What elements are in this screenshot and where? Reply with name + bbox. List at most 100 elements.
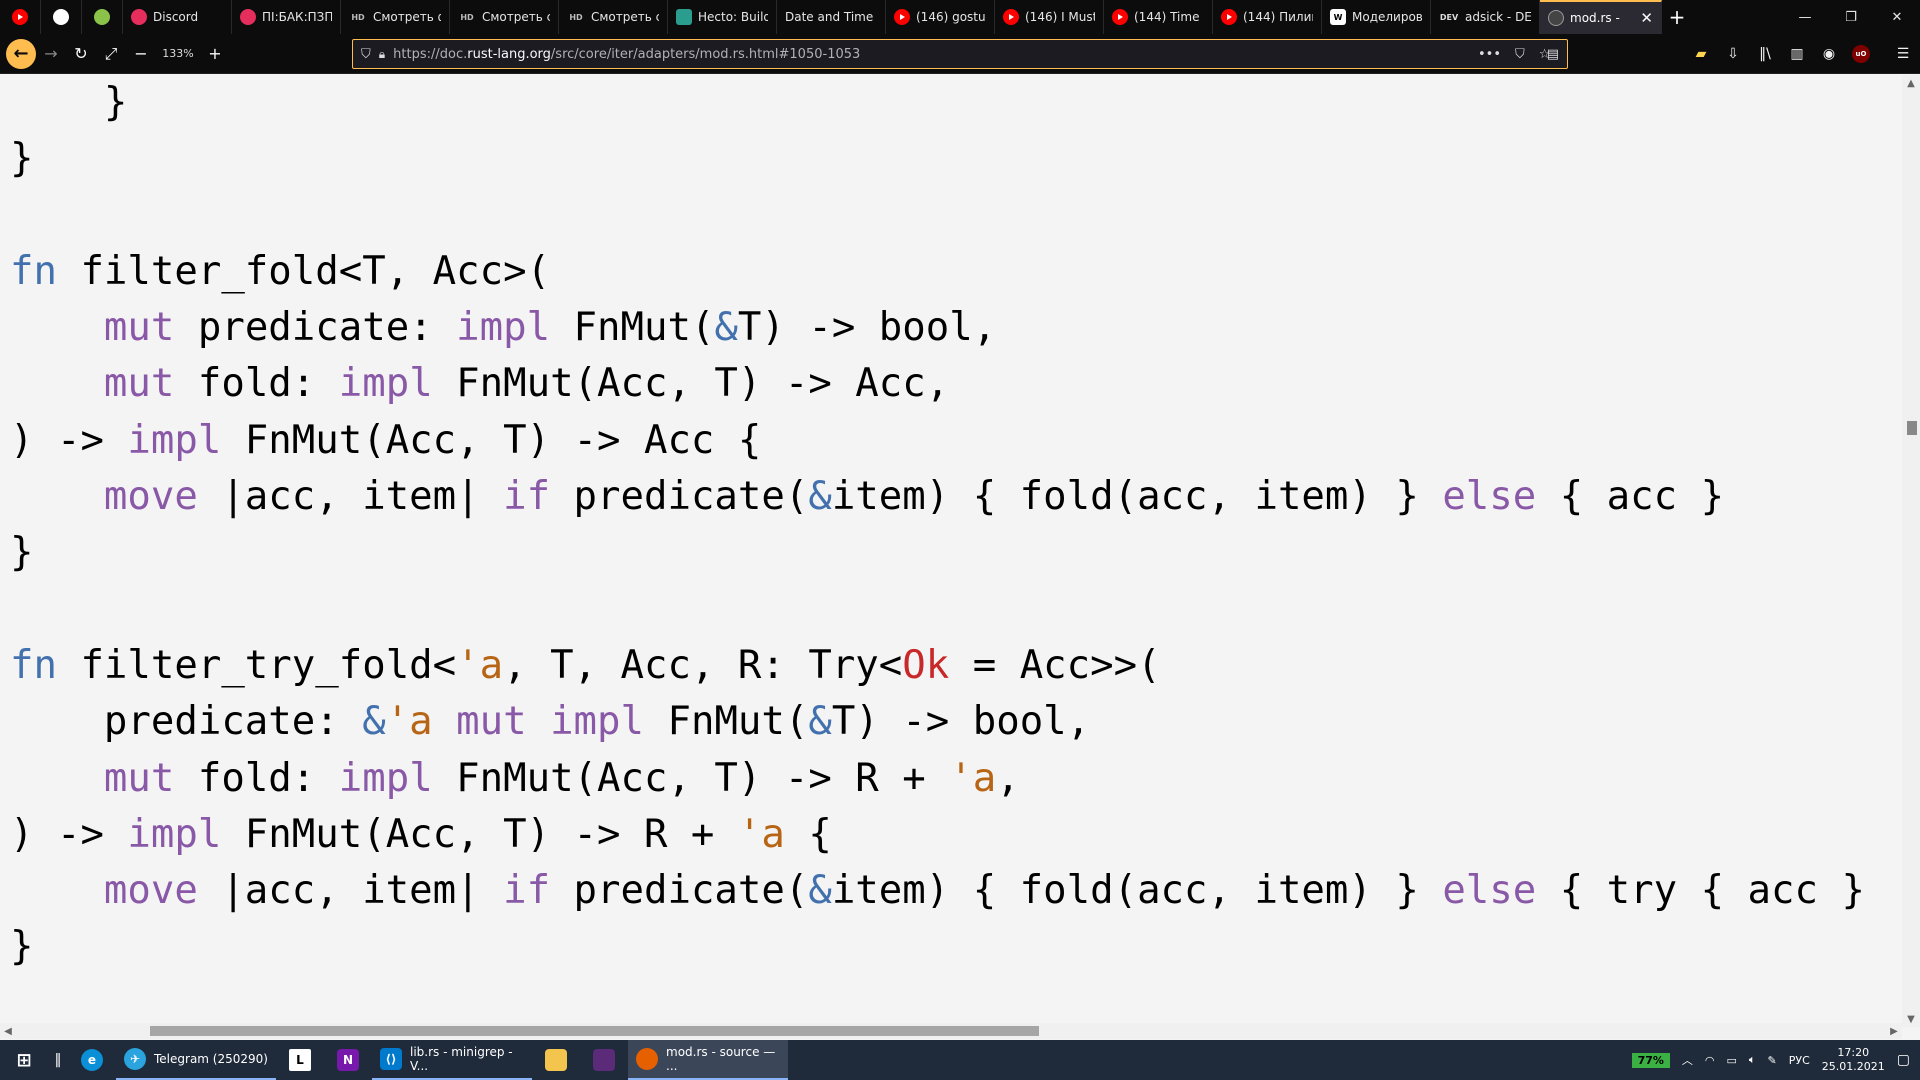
new-tab-button[interactable]: + <box>1662 0 1692 34</box>
tab-3[interactable]: HD Смотреть сериал <box>450 0 559 34</box>
tab-10[interactable]: (144) Пилим <box>1213 0 1322 34</box>
nav-bar: ← → ↻ ⤢ − 133% + ⛉ 🔒︎ https://doc.rust-l… <box>0 34 1920 74</box>
tab-2[interactable]: HD Смотреть фильм <box>341 0 450 34</box>
taskbar-app-4[interactable] <box>532 1040 580 1080</box>
taskbar-app-6[interactable]: mod.rs - source — ... <box>628 1040 788 1080</box>
code-line: } <box>10 80 128 125</box>
volume-icon[interactable]: 🔈︎ <box>1749 1053 1756 1067</box>
pinned-tab-3[interactable] <box>82 0 123 34</box>
tab-0[interactable]: Discord <box>123 0 232 34</box>
battery-indicator[interactable]: 77% <box>1631 1052 1670 1068</box>
tab-1[interactable]: ПІ:БАК:ПЗПІ <box>232 0 341 34</box>
tab-label: Моделирова <box>1352 10 1422 24</box>
code-line: predicate: &'a mut impl FnMut(&T) -> boo… <box>10 699 1091 745</box>
pinned-tab-2[interactable] <box>41 0 82 34</box>
task-view-button[interactable]: ‖ <box>48 1040 68 1080</box>
taskbar-app-1[interactable]: L <box>276 1040 324 1080</box>
library-icon[interactable]: ‖\ <box>1756 45 1774 63</box>
taskbar-app-label: lib.rs - minigrep - V... <box>410 1045 513 1073</box>
pocket-icon[interactable]: ⛉ <box>1515 47 1525 62</box>
taskbar-app-label: Telegram (250290) <box>154 1052 268 1066</box>
tab-active[interactable]: mod.rs - ✕ <box>1540 0 1662 34</box>
reload-button[interactable]: ↻ <box>66 39 96 69</box>
url-host: rust-lang.org <box>467 46 551 62</box>
tab-7[interactable]: (146) gostud <box>886 0 995 34</box>
sidebar-icon[interactable]: ▥ <box>1788 45 1806 63</box>
edge-icon: e <box>81 1049 103 1071</box>
scroll-left-icon[interactable]: ◀ <box>0 1023 16 1039</box>
hd-icon: HD <box>569 12 583 22</box>
horizontal-scrollbar[interactable]: ◀ ▶ <box>0 1023 1902 1039</box>
code-line: move |acc, item| if predicate(&item) { f… <box>103 474 1725 520</box>
taskbar-app-5[interactable] <box>580 1040 628 1080</box>
zoom-level[interactable]: 133% <box>160 43 196 65</box>
scroll-up-icon[interactable]: ▲ <box>1902 75 1920 91</box>
code-line: } <box>10 530 34 576</box>
close-window-button[interactable]: ✕ <box>1874 0 1920 34</box>
ring-icon <box>240 9 256 25</box>
pinned-tab-youtube[interactable] <box>0 0 41 34</box>
url-bar[interactable]: ⛉ 🔒︎ https://doc.rust-lang.org/src/core/… <box>352 39 1568 69</box>
tab-4[interactable]: HD Смотреть сериал <box>559 0 668 34</box>
bookmark-star-icon[interactable]: ☆ <box>1539 47 1551 62</box>
scroll-right-icon[interactable]: ▶ <box>1886 1023 1902 1039</box>
taskbar-app-label: mod.rs - source — ... <box>666 1045 776 1073</box>
page-actions-icon[interactable]: ••• <box>1478 47 1501 62</box>
source-code: }} fn filter_fold<T, Acc>( mut predicate… <box>10 75 1865 976</box>
taskbar-app-2[interactable]: N <box>324 1040 372 1080</box>
pen-icon[interactable]: ✎ <box>1768 1054 1777 1067</box>
youtube-icon <box>1003 9 1019 25</box>
code-line: move |acc, item| if predicate(&item) { f… <box>103 868 1865 914</box>
start-button[interactable]: ⊞ <box>0 1040 48 1080</box>
network-icon[interactable]: ◠ <box>1705 1054 1715 1067</box>
arrow-right-icon: → <box>44 44 58 63</box>
taskbar-app-3[interactable]: ⟨⟩ lib.rs - minigrep - V... <box>372 1040 532 1080</box>
tab-8[interactable]: (146) I Must <box>995 0 1104 34</box>
horizontal-scroll-thumb[interactable] <box>150 1026 1039 1036</box>
menu-icon[interactable]: ☰ <box>1894 45 1912 63</box>
tab-6[interactable]: Date and Time D <box>777 0 886 34</box>
tab-label: Смотреть сериал <box>591 10 659 24</box>
page-content: }} fn filter_fold<T, Acc>( mut predicate… <box>0 75 1902 1027</box>
scroll-down-icon[interactable]: ▼ <box>1902 1011 1920 1027</box>
ublock-icon[interactable]: uO <box>1852 45 1870 63</box>
shield-icon[interactable]: ⛉ <box>361 47 371 62</box>
tab-9[interactable]: (144) Time [F <box>1104 0 1213 34</box>
lock-icon[interactable]: 🔒︎ <box>379 47 385 62</box>
url-text[interactable]: https://doc.rust-lang.org/src/core/iter/… <box>393 47 860 62</box>
notifications-icon[interactable]: ▢ <box>1897 1052 1910 1068</box>
taskbar-edge[interactable]: e <box>68 1040 116 1080</box>
zoom-in-button[interactable]: + <box>200 39 230 69</box>
restore-button[interactable]: ❐ <box>1828 0 1874 34</box>
youtube-icon <box>1221 9 1237 25</box>
clock[interactable]: 17:20 25.01.2021 <box>1822 1046 1885 1074</box>
battery-icon[interactable]: ▭ <box>1727 1054 1737 1067</box>
chevron-up-icon[interactable]: ︿ <box>1682 1052 1693 1068</box>
zoom-out-button[interactable]: − <box>126 39 156 69</box>
tab-5[interactable]: Hecto: Build <box>668 0 777 34</box>
vertical-scrollbar[interactable]: ▲ ▼ <box>1902 75 1920 1027</box>
hecto-icon <box>676 9 692 25</box>
tab-label: (144) Time [F <box>1134 10 1204 24</box>
minimize-button[interactable]: — <box>1782 0 1828 34</box>
tab-label: mod.rs - <box>1570 11 1620 25</box>
forward-button[interactable]: → <box>36 39 66 69</box>
language-indicator[interactable]: РУС <box>1789 1054 1810 1067</box>
close-icon[interactable]: ✕ <box>1640 9 1653 27</box>
fullscreen-button[interactable]: ⤢ <box>96 39 126 69</box>
tab-12[interactable]: DEV adsick - DEV <box>1431 0 1540 34</box>
tab-11[interactable]: W Моделирова <box>1322 0 1431 34</box>
vertical-scroll-thumb[interactable] <box>1907 421 1917 435</box>
folder-icon <box>545 1049 567 1071</box>
url-scheme: https://doc. <box>393 46 468 62</box>
tab-label: Date and Time D <box>785 10 877 24</box>
youtube-icon <box>894 9 910 25</box>
downloads-icon[interactable]: ⇩ <box>1724 45 1742 63</box>
extension-icon[interactable]: ▰ <box>1692 45 1710 63</box>
wiki-icon: W <box>1330 9 1346 25</box>
account-icon[interactable]: ◉ <box>1820 45 1838 63</box>
taskbar-app-0[interactable]: ✈ Telegram (250290) <box>116 1040 276 1080</box>
discord-icon <box>131 9 147 25</box>
back-button[interactable]: ← <box>6 38 36 69</box>
